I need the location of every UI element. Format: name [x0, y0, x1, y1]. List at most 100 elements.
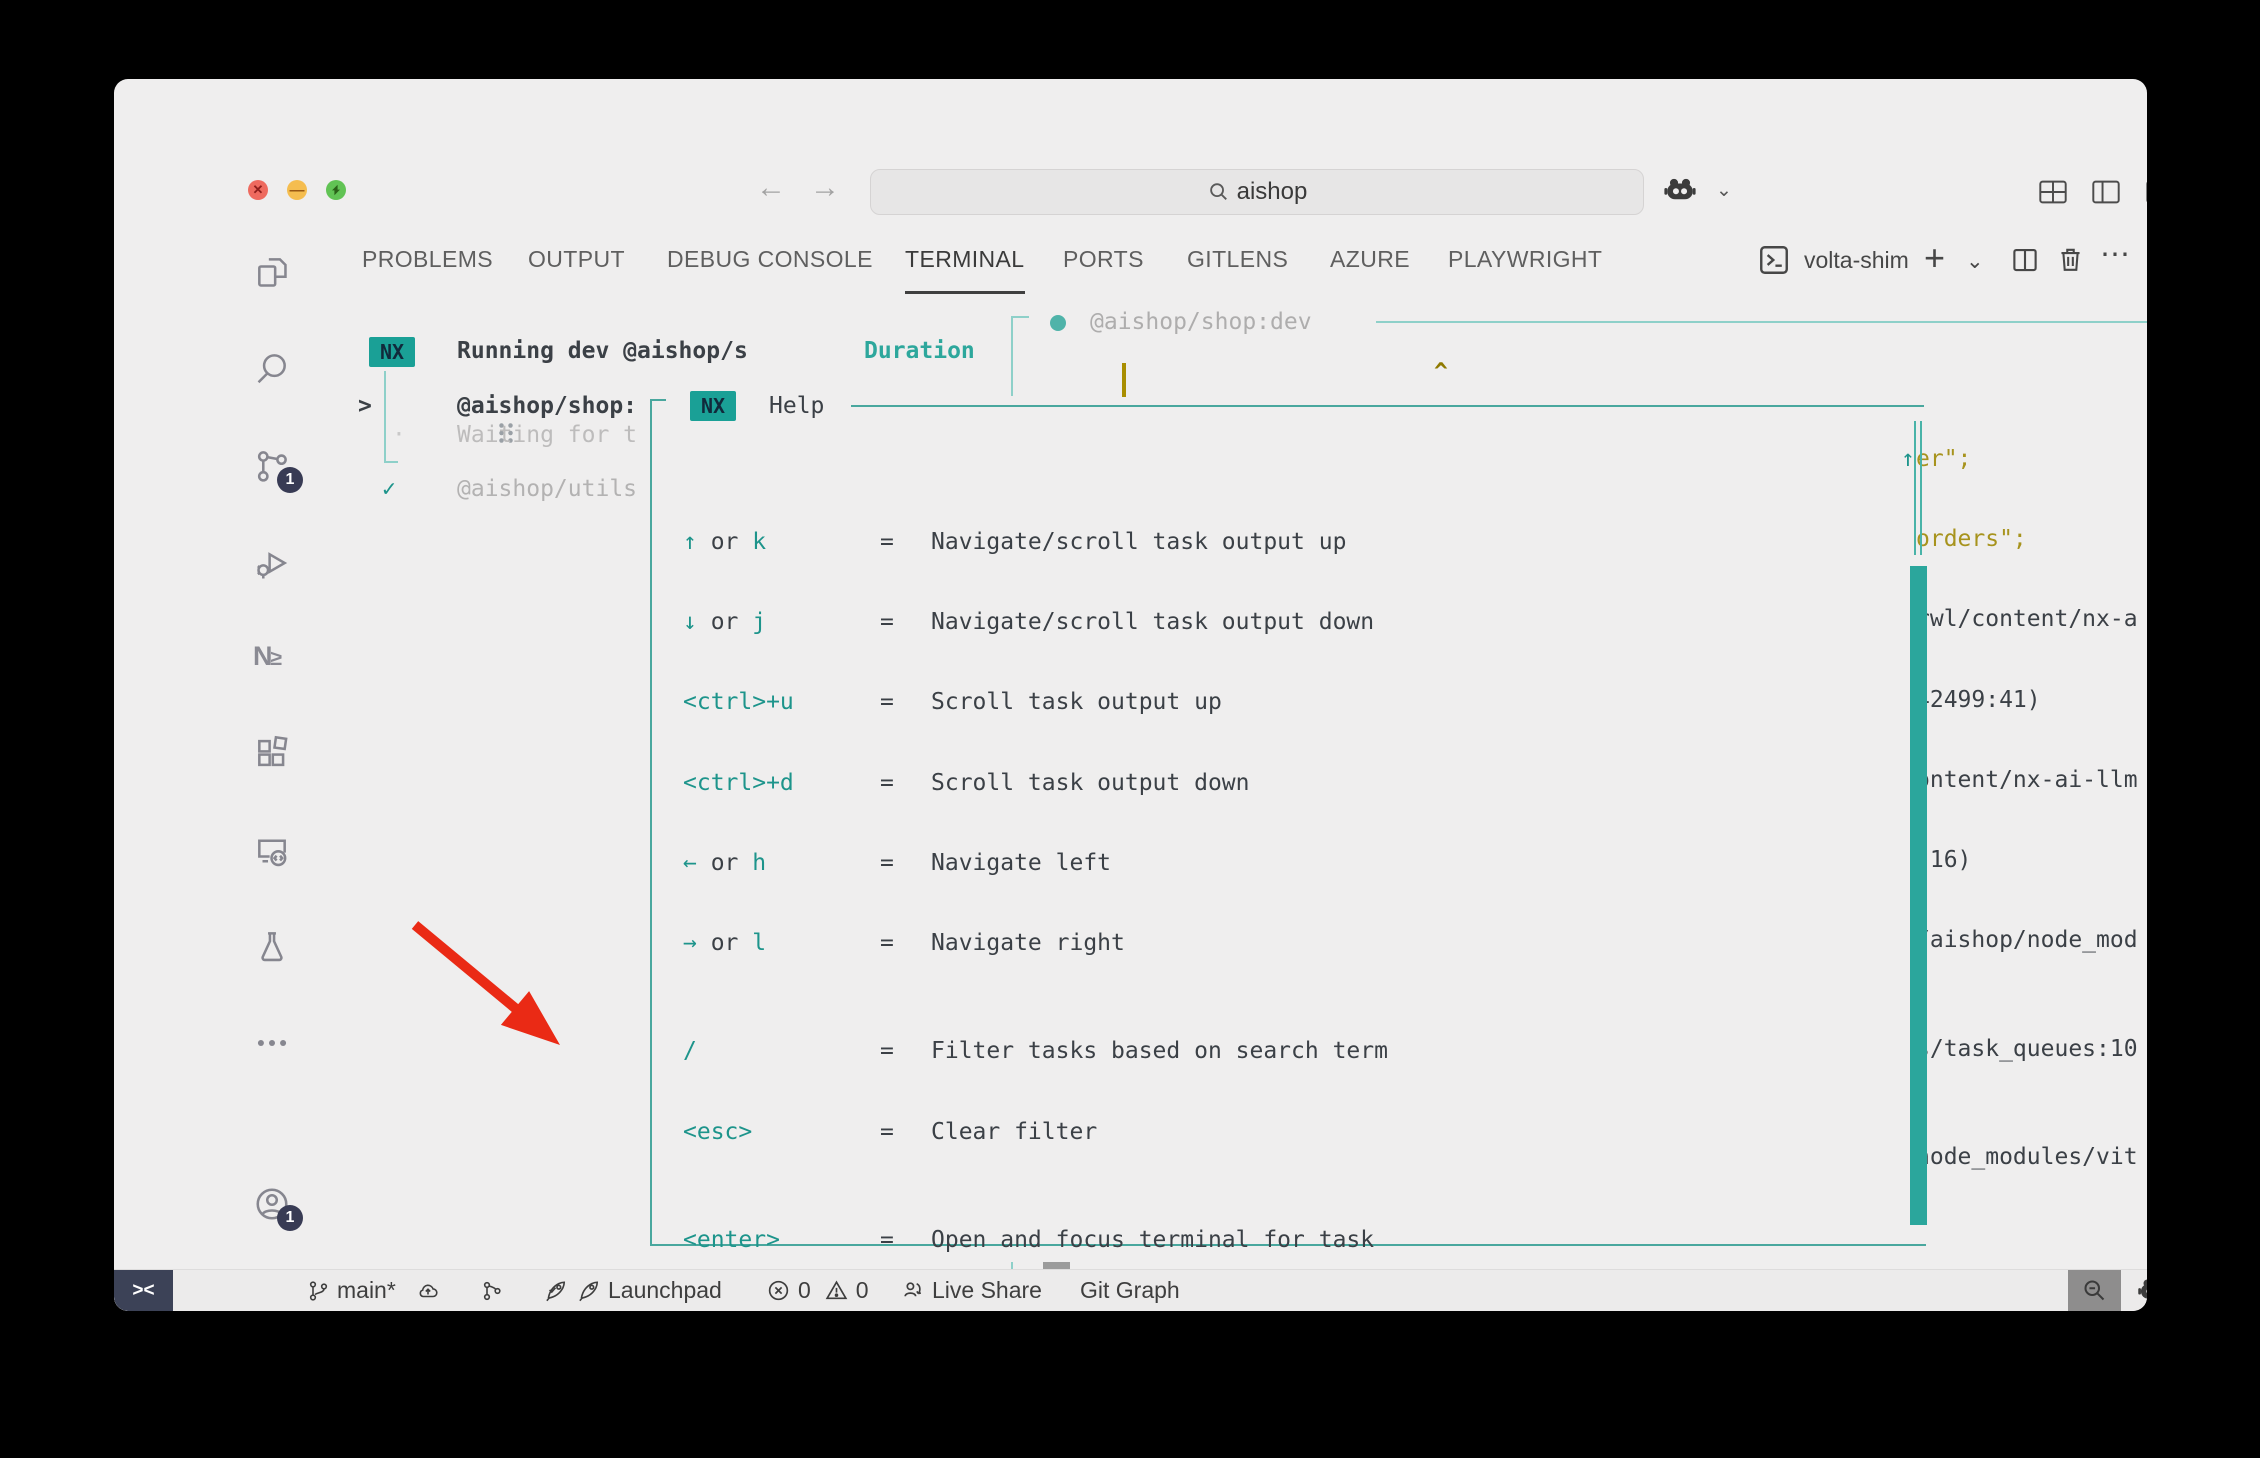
help-row: → or l=Navigate right	[683, 929, 1943, 957]
output-pane-left-border-top	[1011, 316, 1013, 396]
search-icon	[1207, 181, 1229, 203]
help-row: ← or h=Navigate left	[683, 849, 1943, 877]
terminal-instance-label[interactable]: volta-shim	[1804, 247, 1909, 274]
zoom-window-button[interactable]	[326, 180, 346, 200]
help-title: Help	[769, 393, 824, 419]
tab-ports[interactable]: PORTS	[1063, 246, 1144, 286]
help-box-title-rule	[851, 405, 1924, 407]
caret-char: ^	[1434, 359, 1448, 385]
task-bullet: ·	[392, 422, 406, 448]
task-runner-title: Running dev @aishop/s	[457, 338, 748, 364]
customize-layout-icon[interactable]	[2038, 179, 2068, 210]
scm-graph-status-item[interactable]	[480, 1270, 504, 1311]
terminal-launch-chevron-icon[interactable]: ⌄	[1966, 249, 1984, 274]
live-share-icon	[900, 1278, 925, 1303]
task-check-icon: ✓	[382, 476, 396, 502]
branch-status-item[interactable]: main*	[306, 1270, 441, 1311]
live-share-status-item[interactable]: Live Share	[900, 1270, 1042, 1311]
output-pane-top-tick	[1011, 316, 1029, 318]
output-line: orders";	[1916, 525, 2147, 553]
output-pane-title: @aishop/shop:dev	[1090, 309, 1312, 335]
remote-indicator[interactable]: ><	[114, 1270, 173, 1311]
zoom-out-status-button[interactable]	[2068, 1270, 2121, 1311]
remote-explorer-icon[interactable]	[253, 832, 291, 870]
output-scrollbar-thumb[interactable]	[1910, 566, 1927, 1225]
tab-playwright[interactable]: PLAYWRIGHT	[1448, 246, 1602, 286]
terminal-process-icon	[1757, 243, 1791, 282]
help-row: <esc>=Clear filter	[683, 1118, 1943, 1146]
tab-terminal[interactable]: TERMINAL	[905, 246, 1025, 286]
copilot-status-item[interactable]	[2136, 1270, 2147, 1311]
scm-graph-icon	[480, 1279, 504, 1303]
minimize-window-button[interactable]: —	[287, 180, 307, 200]
testing-icon[interactable]	[253, 927, 291, 965]
search-sidebar-icon[interactable]	[253, 349, 291, 387]
help-row: ↓ or j=Navigate/scroll task output down	[683, 608, 1943, 636]
zoom-glyph-icon	[326, 180, 346, 200]
copilot-chevron-icon[interactable]: ⌄	[1716, 179, 1732, 202]
close-window-button[interactable]: ✕	[248, 180, 268, 200]
nav-forward-icon[interactable]: →	[810, 171, 840, 205]
help-box-left-border	[650, 399, 652, 1246]
tab-gitlens[interactable]: GITLENS	[1187, 246, 1288, 286]
task-name-running[interactable]: @aishop/shop:	[457, 393, 637, 419]
explorer-icon[interactable]	[253, 253, 291, 291]
extensions-icon[interactable]	[253, 734, 291, 772]
output-line: :16)	[1916, 846, 2147, 874]
rocket-icon	[575, 1278, 601, 1304]
problems-status-item[interactable]: 0 0	[766, 1270, 869, 1311]
output-pane-title-rule	[1376, 321, 2147, 323]
run-debug-icon[interactable]	[253, 544, 291, 582]
vscode-window: ✕ — ← → aishop	[114, 79, 2147, 1311]
output-line: node_modules/vit	[1916, 1143, 2147, 1171]
output-scroll-line-2	[1920, 421, 1922, 555]
additional-views-icon[interactable]	[253, 1024, 291, 1062]
tab-debug-console[interactable]: DEBUG CONSOLE	[667, 246, 873, 286]
output-line: s/task_queues:10	[1916, 1035, 2147, 1063]
toggle-primary-sidebar-icon[interactable]	[2091, 179, 2121, 210]
duration-column-label: Duration	[864, 338, 975, 364]
search-value: aishop	[1237, 178, 1308, 206]
terminal-cursor	[1122, 363, 1126, 397]
tab-azure[interactable]: AZURE	[1330, 246, 1410, 286]
source-control-badge: 1	[277, 467, 303, 493]
git-graph-status-item[interactable]: Git Graph	[1080, 1270, 1180, 1311]
split-terminal-icon[interactable]	[2010, 245, 2040, 280]
kill-terminal-icon[interactable]	[2055, 244, 2086, 280]
output-scroll-line-1	[1914, 421, 1916, 555]
status-bar: >< main*	[114, 1269, 2147, 1311]
launchpad-status-item[interactable]: Launchpad	[542, 1270, 722, 1311]
git-branch-icon	[306, 1279, 330, 1303]
output-pane-lines: ↑er"; orders"; rwl/content/nx-a 42499:41…	[1916, 393, 2147, 1311]
output-line: ↑er";	[1916, 445, 2147, 473]
tab-output[interactable]: OUTPUT	[528, 246, 625, 286]
task-name-done[interactable]: @aishop/utils	[457, 476, 637, 502]
rocket-check-icon	[542, 1278, 568, 1304]
nx-logo-badge: NX	[369, 337, 415, 367]
tab-problems[interactable]: PROBLEMS	[362, 246, 493, 286]
command-center-search[interactable]: aishop	[870, 169, 1644, 215]
help-row: /=Filter tasks based on search term	[683, 1037, 1943, 1065]
output-line: /aishop/node_mod	[1916, 926, 2147, 954]
new-terminal-button[interactable]: +	[1924, 237, 1945, 279]
help-row: ↑ or k=Navigate/scroll task output up	[683, 528, 1943, 556]
nx-console-icon[interactable]: N≥	[253, 641, 293, 672]
output-line: rwl/content/nx-a	[1916, 605, 2147, 633]
help-keybinding-list: ↑ or k=Navigate/scroll task output up ↓ …	[683, 476, 1943, 1311]
zoom-out-icon	[2081, 1277, 2108, 1304]
help-box-top-tick	[650, 399, 666, 401]
screenshot-stage: ✕ — ← → aishop	[0, 0, 2260, 1458]
error-icon	[766, 1278, 791, 1303]
help-row: <enter>=Open and focus terminal for task	[683, 1226, 1943, 1254]
output-line: 42499:41)	[1916, 686, 2147, 714]
more-actions-icon[interactable]: ⋯	[2100, 237, 2131, 272]
nav-back-icon[interactable]: ←	[756, 171, 786, 205]
output-line: ontent/nx-ai-llm	[1916, 766, 2147, 794]
accounts-badge: 1	[277, 1205, 303, 1231]
help-nx-badge: NX	[690, 391, 736, 421]
warning-icon	[824, 1278, 849, 1303]
annotation-arrow	[400, 905, 600, 1070]
toggle-panel-icon[interactable]	[2145, 179, 2147, 210]
task-status-text: Waiting for t	[457, 422, 637, 448]
copilot-menu-button[interactable]	[1662, 173, 1698, 214]
